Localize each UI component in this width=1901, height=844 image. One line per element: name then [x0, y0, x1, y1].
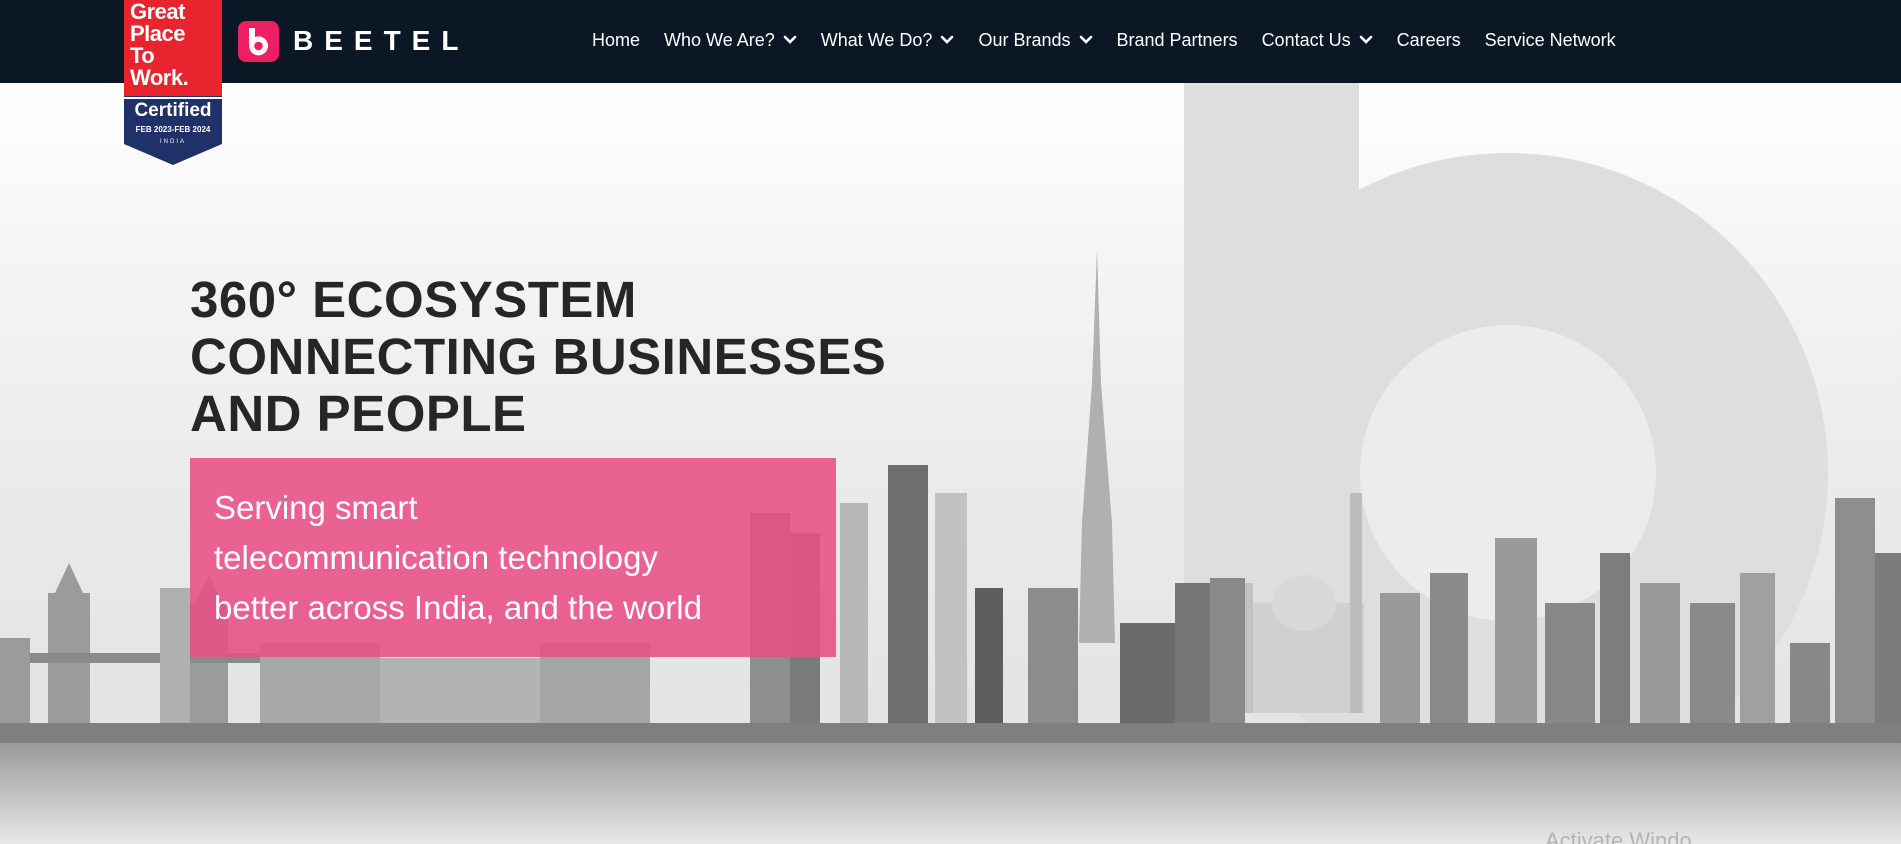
nav-label: Who We Are? — [664, 29, 775, 50]
badge-line: Place — [130, 21, 186, 46]
chevron-down-icon — [1359, 35, 1372, 44]
badge-certified: Certified — [134, 100, 212, 121]
tagline-line: better across India, and the world — [214, 589, 702, 626]
beetel-logo[interactable]: BEETEL — [238, 20, 469, 62]
hero-tagline-box: Serving smart telecommunication technolo… — [190, 458, 836, 657]
headline-line: 360° ECOSYSTEM — [190, 271, 637, 328]
nav-label: Service Network — [1484, 29, 1616, 50]
nav-brand-partners[interactable]: Brand Partners — [1117, 30, 1238, 51]
brand-name: BEETEL — [293, 25, 470, 56]
chevron-down-icon — [783, 35, 797, 44]
site-header: BEETEL Home Who We Are? What We Do? Our … — [0, 0, 1901, 83]
tagline-line: Serving smart — [214, 489, 418, 526]
tagline-line: telecommunication technology — [214, 539, 658, 576]
nav-label: What We Do? — [820, 29, 933, 50]
activate-windows-watermark: Activate Windo — [1545, 828, 1692, 844]
main-nav: Home Who We Are? What We Do? Our Brands … — [580, 0, 1628, 80]
nav-label: Brand Partners — [1116, 29, 1238, 50]
badge-red-panel: Great Place To Work. — [124, 0, 222, 96]
beetel-b-logo-icon — [238, 20, 279, 62]
nav-who-we-are[interactable]: Who We Are? — [664, 30, 797, 51]
badge-line: Great — [130, 0, 185, 24]
nav-service-network[interactable]: Service Network — [1485, 30, 1616, 51]
headline-line: AND PEOPLE — [190, 385, 527, 442]
badge-line: Work. — [130, 65, 189, 90]
nav-label: Home — [592, 29, 641, 50]
nav-our-brands[interactable]: Our Brands — [978, 30, 1092, 51]
badge-line: To — [130, 43, 155, 68]
hero-headline: 360° ECOSYSTEM CONNECTING BUSINESSES AND… — [190, 271, 886, 442]
chevron-down-icon — [1079, 35, 1092, 44]
chevron-down-icon — [941, 35, 954, 44]
hero-section: 360° ECOSYSTEM CONNECTING BUSINESSES AND… — [0, 83, 1901, 844]
badge-blue-panel: Certified FEB 2023-FEB 2024 INDIA — [124, 96, 222, 165]
nav-contact-us[interactable]: Contact Us — [1262, 30, 1373, 51]
nav-careers[interactable]: Careers — [1397, 30, 1461, 51]
nav-label: Careers — [1396, 29, 1461, 50]
great-place-to-work-badge[interactable]: Great Place To Work. Certified FEB 2023-… — [124, 0, 222, 165]
nav-label: Contact Us — [1261, 29, 1351, 50]
badge-dates: FEB 2023-FEB 2024 — [135, 125, 211, 134]
headline-line: CONNECTING BUSINESSES — [190, 328, 887, 385]
nav-home[interactable]: Home — [592, 30, 640, 51]
nav-label: Our Brands — [978, 29, 1071, 50]
badge-country: INDIA — [159, 139, 186, 145]
nav-what-we-do[interactable]: What We Do? — [821, 30, 955, 51]
